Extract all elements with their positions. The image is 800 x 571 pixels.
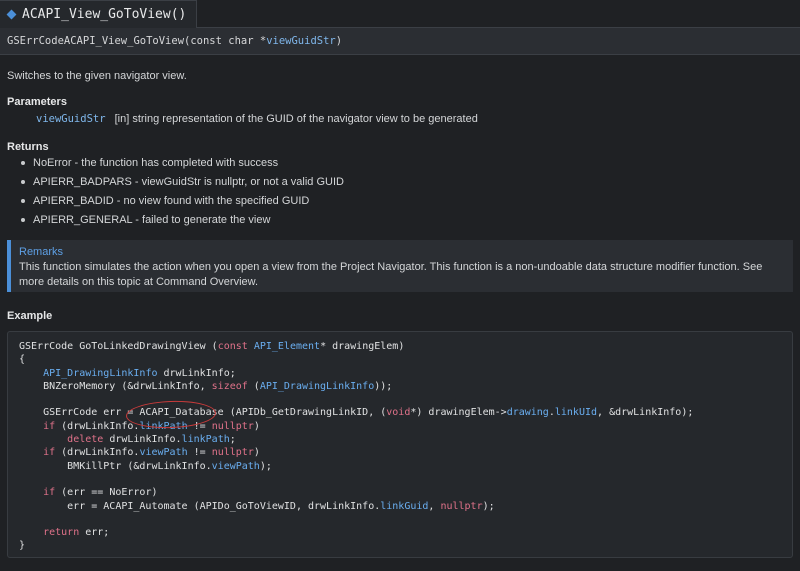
code-token: , (428, 500, 441, 512)
code-token: )); (374, 380, 393, 392)
tab-title: ACAPI_View_GoToView() (22, 7, 187, 22)
returns-heading: Returns (7, 141, 49, 153)
code-token: API_Element (253, 341, 321, 352)
code-token: return (43, 527, 80, 539)
parameter-name: viewGuidStr (36, 113, 106, 125)
function-signature: GSErrCode ACAPI_View_GoToView ( const ch… (0, 28, 800, 55)
signature-func-name: ACAPI_View_GoToView (63, 35, 185, 47)
code-token: nullptr (440, 500, 483, 512)
code-token: const (217, 341, 248, 352)
code-line: BNZeroMemory (&drwLinkInfo, sizeof (API_… (19, 381, 392, 392)
code-token: BMKillPtr (&drwLinkInfo. (19, 460, 212, 472)
code-token: sizeof (211, 380, 248, 392)
code-line: API_DrawingLinkInfo drwLinkInfo; (19, 368, 236, 379)
code-token: GSErrCode err = ACAPI_Database (APIDb_Ge… (19, 407, 387, 419)
remarks-title: Remarks (19, 246, 64, 258)
code-token: err = ACAPI_Automate (APIDo_GoToViewID, … (19, 500, 381, 512)
returns-list: NoError - the function has completed wit… (18, 156, 344, 232)
code-token: nullptr (211, 447, 254, 459)
code-token: drwLinkInfo. (103, 434, 182, 446)
description: Switches to the given navigator view. (7, 70, 187, 82)
code-token: API_DrawingLinkInfo (259, 380, 375, 392)
code-token: (err == NoError) (55, 487, 158, 499)
code-token: linkPath (139, 420, 188, 432)
return-item: APIERR_BADID - no view found with the sp… (18, 194, 344, 213)
code-line: { (19, 354, 25, 365)
parameter-desc: [in] string representation of the GUID o… (114, 113, 478, 125)
code-line: return err; (19, 527, 109, 538)
code-block[interactable]: GSErrCode GoToLinkedDrawingView (const A… (7, 331, 793, 558)
code-token: != (187, 447, 212, 459)
remarks-body: This function simulates the action when … (19, 261, 763, 288)
return-item: NoError - the function has completed wit… (18, 156, 344, 175)
code-line: GSErrCode err = ACAPI_Database (APIDb_Ge… (19, 407, 693, 418)
code-token: if (43, 447, 56, 459)
code-token: viewPath (211, 460, 260, 472)
code-line: GSErrCode GoToLinkedDrawingView (const A… (19, 341, 404, 352)
code-token: delete (67, 434, 104, 446)
code-line: } (19, 540, 25, 551)
code-token: API_DrawingLinkInfo (43, 367, 158, 379)
code-token: void (386, 407, 411, 419)
code-token: GSErrCode GoToLinkedDrawingView ( (19, 341, 218, 352)
code-token: ) (253, 447, 260, 459)
code-token: } (19, 540, 26, 552)
parameter-row: viewGuidStr [in] string representation o… (36, 113, 478, 125)
parameters-heading: Parameters (7, 96, 67, 108)
code-token: err; (79, 527, 110, 539)
signature-close-paren: ) (335, 35, 343, 47)
code-token: { (19, 354, 26, 366)
code-token: != (187, 420, 212, 432)
code-token: linkGuid (380, 500, 429, 512)
return-item: APIERR_GENERAL - failed to generate the … (18, 213, 344, 232)
code-token: , &drwLinkInfo); (597, 407, 694, 419)
signature-return-type: GSErrCode (7, 35, 64, 47)
code-token: viewPath (139, 447, 188, 459)
tab-acapi-view-gotoview[interactable]: ACAPI_View_GoToView() (0, 0, 198, 29)
code-line: if (drwLinkInfo.linkPath != nullptr) (19, 421, 260, 432)
code-token: drawing (506, 407, 549, 419)
code-token: if (43, 487, 56, 499)
example-heading: Example (7, 310, 53, 322)
code-token: if (43, 420, 56, 432)
signature-param-name[interactable]: viewGuidStr (266, 35, 336, 47)
code-token: ); (259, 460, 272, 472)
code-token: *) drawingElem-> (410, 407, 507, 419)
code-token: ( (247, 380, 260, 392)
code-token: drwLinkInfo; (157, 367, 236, 379)
code-token: ; (229, 434, 236, 446)
return-item: APIERR_BADPARS - viewGuidStr is nullptr,… (18, 175, 344, 194)
code-token: ); (482, 500, 495, 512)
code-token: linkUId (554, 407, 598, 419)
code-token: (drwLinkInfo. (55, 420, 140, 432)
code-token: BNZeroMemory (&drwLinkInfo, (19, 380, 212, 392)
code-line: delete drwLinkInfo.linkPath; (19, 434, 236, 445)
code-line: if (drwLinkInfo.viewPath != nullptr) (19, 447, 260, 458)
signature-param-type: const char * (190, 35, 267, 47)
code-token: nullptr (211, 420, 254, 432)
code-line: if (err == NoError) (19, 487, 158, 499)
code-content: GSErrCode GoToLinkedDrawingView (const A… (19, 340, 792, 553)
code-token: ) (253, 420, 260, 432)
code-token: (drwLinkInfo. (55, 447, 140, 459)
remarks-box: Remarks This function simulates the acti… (7, 240, 793, 292)
tab-bar: ACAPI_View_GoToView() (0, 0, 800, 29)
code-line: err = ACAPI_Automate (APIDo_GoToViewID, … (19, 501, 495, 512)
code-token: * drawingElem) (320, 341, 405, 352)
code-line: BMKillPtr (&drwLinkInfo.viewPath); (19, 461, 272, 472)
code-token: linkPath (181, 434, 230, 446)
diamond-icon (6, 9, 17, 20)
